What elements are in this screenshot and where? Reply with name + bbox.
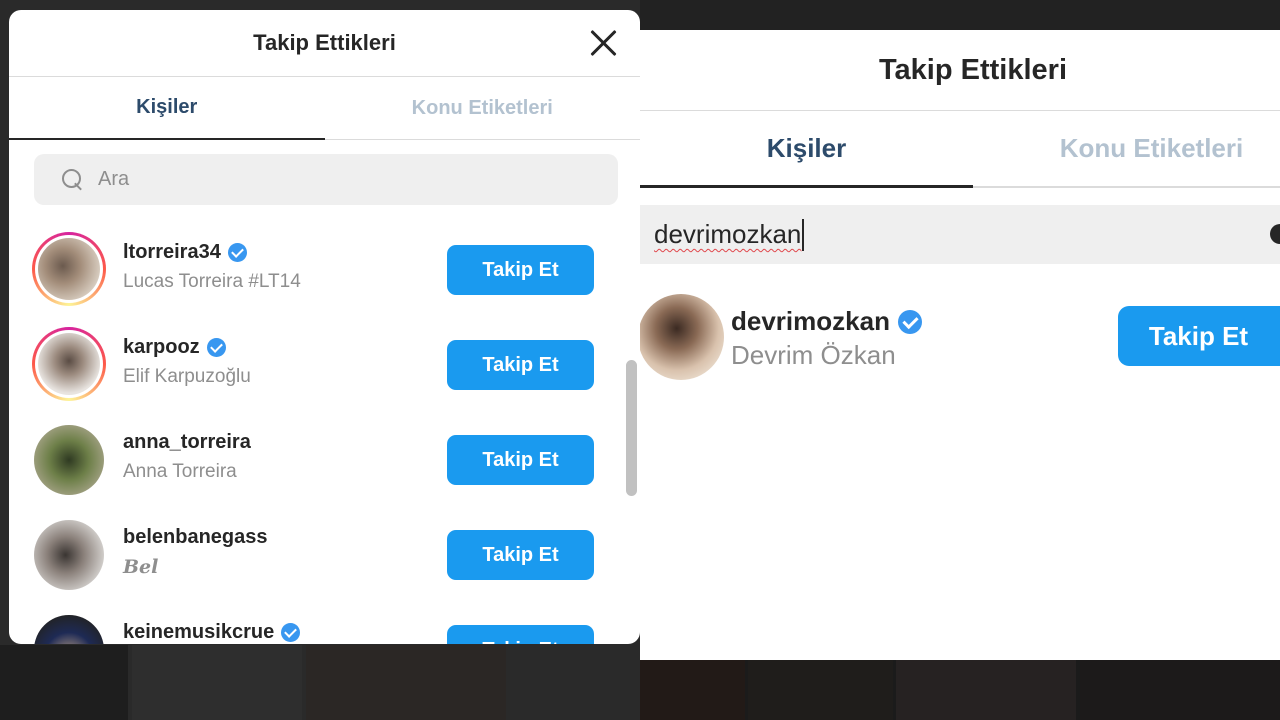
full-name: Lucas Torreira #LT14	[123, 271, 301, 292]
search-input[interactable]: devrimozkan	[640, 205, 1280, 264]
following-modal: Takip Ettikleri Kişiler Konu Etiketleri …	[9, 10, 640, 644]
username-link[interactable]: ltorreira34	[123, 241, 221, 264]
username[interactable]: devrimozkan	[731, 306, 922, 337]
list-item: karpooz Elif Karpuzoğlu Takip Et	[9, 315, 629, 410]
modal-header: Takip Ettikleri	[9, 10, 640, 77]
follow-button[interactable]: Takip Et	[447, 530, 594, 580]
avatar[interactable]	[32, 327, 106, 401]
search-value: devrimozkan	[654, 219, 802, 249]
backdrop-post-tile	[306, 645, 506, 720]
modal-tabs: Kişiler Konu Etiketleri	[9, 77, 640, 140]
verified-badge-icon	[897, 309, 922, 334]
avatar[interactable]	[34, 615, 104, 644]
avatar[interactable]	[32, 232, 106, 306]
avatar[interactable]	[34, 520, 104, 590]
following-modal-search: Takip Ettikleri Kişiler Konu Etiketleri …	[640, 30, 1280, 660]
list-item: keinemusikcrue Takip Et	[9, 600, 629, 644]
follow-button[interactable]: Takip Et	[447, 245, 594, 295]
search-input[interactable]: Ara	[34, 154, 618, 205]
username-link[interactable]: karpooz	[123, 336, 200, 359]
backdrop-post-tile	[0, 645, 128, 720]
username[interactable]: karpooz	[123, 336, 226, 359]
follow-button[interactable]: Takip Et	[447, 340, 594, 390]
modal-tabs: Kişiler Konu Etiketleri	[640, 111, 1280, 188]
follow-button[interactable]: Takip Et	[1118, 306, 1280, 366]
verified-badge-icon	[227, 243, 247, 262]
follow-button[interactable]: Takip Et	[447, 435, 594, 485]
full-name: Bel	[123, 556, 159, 578]
modal-title: Takip Ettikleri	[253, 30, 396, 55]
modal-title: Takip Ettikleri	[878, 53, 1068, 86]
search-icon	[62, 168, 84, 191]
verified-badge-icon	[206, 338, 226, 357]
username[interactable]: anna_torreira	[123, 431, 251, 454]
search-result: devrimozkan Devrim Özkan Takip Et	[640, 292, 1280, 382]
backdrop-post-tile	[132, 645, 302, 720]
search-placeholder: Ara	[98, 168, 130, 190]
list-item: belenbanegass Bel Takip Et	[9, 505, 629, 600]
following-list: ltorreira34 Lucas Torreira #LT14 Takip E…	[9, 220, 629, 644]
avatar[interactable]	[640, 294, 724, 380]
username[interactable]: ltorreira34	[123, 241, 247, 264]
full-name: Anna Torreira	[123, 461, 237, 482]
backdrop-post-tile	[510, 645, 638, 720]
username-link[interactable]: belenbanegass	[123, 526, 268, 549]
full-name: Elif Karpuzoğlu	[123, 366, 251, 387]
tab-hashtags[interactable]: Konu Etiketleri	[973, 111, 1280, 186]
tab-hashtags[interactable]: Konu Etiketleri	[325, 77, 641, 139]
clear-search-icon[interactable]	[1270, 224, 1280, 244]
list-item: ltorreira34 Lucas Torreira #LT14 Takip E…	[9, 220, 629, 315]
username[interactable]: keinemusikcrue	[123, 621, 301, 644]
tab-people[interactable]: Kişiler	[640, 111, 973, 188]
username[interactable]: belenbanegass	[123, 526, 268, 549]
close-icon[interactable]	[588, 28, 618, 58]
username-link[interactable]: keinemusikcrue	[123, 621, 274, 644]
scrollbar[interactable]	[626, 360, 637, 496]
avatar[interactable]	[34, 425, 104, 495]
verified-badge-icon	[281, 623, 301, 642]
tab-people[interactable]: Kişiler	[9, 77, 325, 140]
follow-button[interactable]: Takip Et	[447, 625, 594, 644]
username-link[interactable]: devrimozkan	[731, 306, 890, 337]
modal-header: Takip Ettikleri	[640, 30, 1280, 111]
text-caret	[802, 218, 805, 251]
list-item: anna_torreira Anna Torreira Takip Et	[9, 410, 629, 505]
username-link[interactable]: anna_torreira	[123, 431, 251, 454]
full-name: Devrim Özkan	[731, 340, 896, 370]
